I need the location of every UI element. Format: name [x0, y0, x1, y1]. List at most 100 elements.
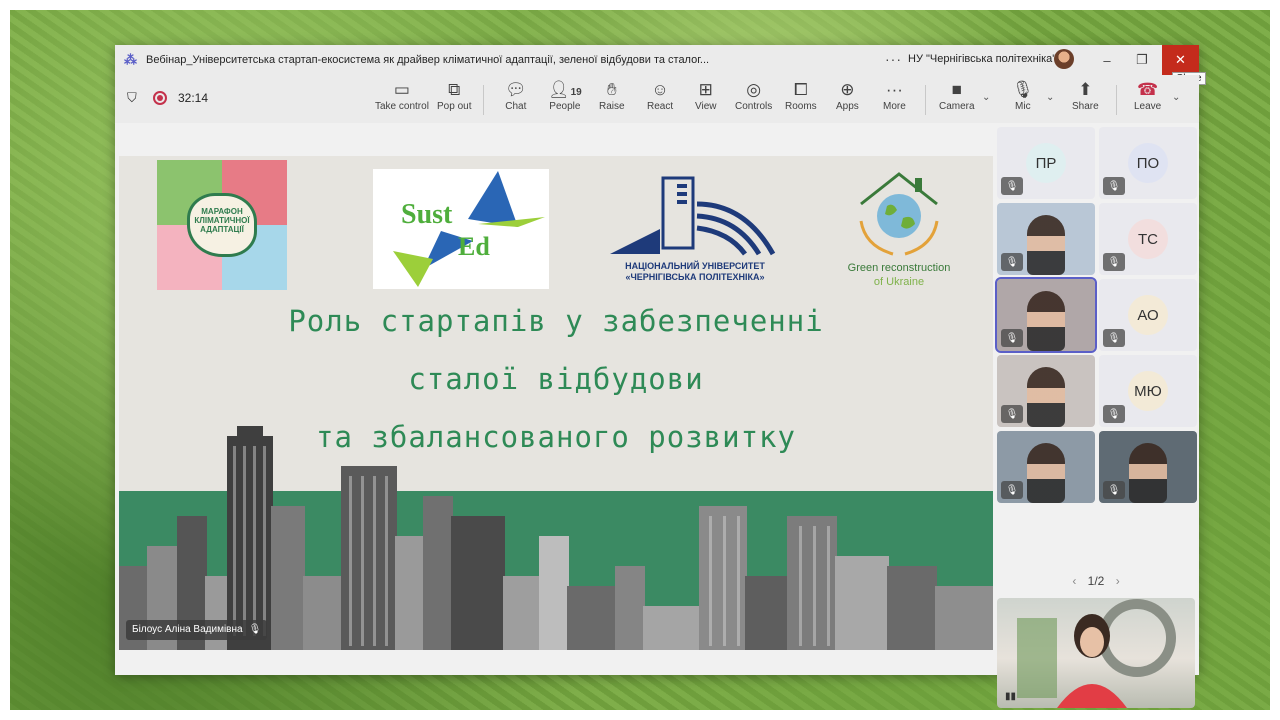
org-name[interactable]: НУ "Чернігівська політехніка" [908, 53, 1056, 65]
next-page-icon[interactable]: › [1116, 574, 1120, 588]
muted-mic-icon: 🎙︎ [1001, 329, 1023, 347]
minimize-button[interactable]: – [1090, 45, 1124, 75]
climate-marathon-logo: МАРАФОН КЛІМАТИЧНОЇ АДАПТАЦІЇ [157, 160, 287, 290]
hang-up-icon: ☎ [1137, 80, 1159, 99]
more-button[interactable]: ··· More [883, 79, 906, 119]
leave-button[interactable]: ☎ Leave [1134, 79, 1161, 119]
raise-hand-button[interactable]: ✋︎ Raise [599, 79, 625, 119]
participant-initials-avatar: АО [1128, 295, 1168, 335]
controls-button[interactable]: ◎ Controls [735, 79, 772, 119]
controls-icon: ◎ [746, 80, 762, 99]
city-skyline-image [119, 426, 993, 650]
presenter-name-tag: Білоус Аліна Вадимівна 🎙︎ [126, 620, 268, 640]
meeting-toolbar: ⛉ 32:14 ▭ Take control ⧉ Pop out 💬︎ Chat… [115, 75, 1199, 123]
slide-title-line2: сталої відбудови [408, 362, 704, 396]
window-title: Вебінар_Університетська стартап-екосисте… [146, 54, 710, 66]
participant-tile[interactable]: 🎙︎ [997, 431, 1095, 503]
people-label: People [549, 101, 581, 112]
participants-gallery: ПР 🎙︎ ПО 🎙︎ 🎙︎ ТС 🎙︎ 🎙︎ АО 🎙︎ 🎙︎ МЮ 🎙︎ 🎙︎ 🎙︎ ‹ 1/2 › ▮… [993, 123, 1199, 708]
previous-page-icon[interactable]: ‹ [1072, 574, 1076, 588]
smiley-icon: ☺ [651, 80, 669, 99]
participant-tile[interactable]: 🎙︎ [995, 277, 1097, 353]
presenter-name: Білоус Аліна Вадимівна [132, 624, 243, 635]
more-label: More [883, 101, 906, 112]
grid-icon: ⊞ [698, 80, 713, 99]
people-icon: 👤︎19 [548, 80, 582, 99]
share-button[interactable]: ⬆ Share [1072, 79, 1099, 119]
participant-tile[interactable]: ПР 🎙︎ [997, 127, 1095, 199]
university-name: НАЦІОНАЛЬНИЙ УНІВЕРСИТЕТ «ЧЕРНІГІВСЬКА П… [605, 261, 785, 283]
susted-logo-ed: Ed [458, 232, 490, 261]
gallery-pager: ‹ 1/2 › [993, 574, 1199, 588]
microphone-icon: 🎙︎ [1012, 80, 1034, 99]
take-control-label: Take control [375, 101, 429, 112]
chat-icon: 💬︎ [505, 80, 527, 99]
shield-icon[interactable]: ⛉ [127, 90, 141, 106]
mic-button[interactable]: 🎙︎ Mic [1012, 79, 1034, 119]
controls-label: Controls [735, 101, 773, 112]
shared-screen-stage: МАРАФОН КЛІМАТИЧНОЇ АДАПТАЦІЇ Sust Ed НА… [115, 123, 993, 675]
hand-icon: ✋︎ [606, 80, 617, 99]
muted-mic-icon: 🎙︎ [1103, 253, 1125, 271]
account-avatar[interactable] [1054, 49, 1074, 69]
participant-video [1027, 215, 1065, 275]
camera-button[interactable]: ■ Camera [939, 79, 975, 119]
chat-label: Chat [505, 101, 527, 112]
toolbar-divider [925, 85, 926, 115]
camera-icon: ■ [951, 80, 962, 99]
muted-mic-icon: 🎙︎ [1001, 405, 1023, 423]
share-label: Share [1072, 101, 1099, 112]
pop-out-button[interactable]: ⧉ Pop out [437, 79, 471, 119]
toolbar-divider [483, 85, 484, 115]
react-button[interactable]: ☺ React [647, 79, 673, 119]
participant-tile[interactable]: МЮ 🎙︎ [1099, 355, 1197, 427]
susted-logo: Sust Ed [373, 169, 549, 289]
camera-label: Camera [939, 101, 975, 112]
recording-icon[interactable] [153, 91, 167, 105]
people-button[interactable]: 👤︎19 People [548, 79, 582, 119]
university-name-line1: НАЦІОНАЛЬНИЙ УНІВЕРСИТЕТ [625, 261, 765, 271]
participant-tile[interactable]: ПО 🎙︎ [1099, 127, 1197, 199]
apps-plus-icon: ⊕ [840, 80, 855, 99]
rooms-label: Rooms [785, 101, 817, 112]
muted-mic-icon: 🎙︎ [1103, 481, 1125, 499]
mic-label: Mic [1015, 101, 1031, 112]
participant-tile[interactable]: 🎙︎ [1099, 431, 1197, 503]
muted-mic-icon: 🎙︎ [1001, 481, 1023, 499]
participant-tile[interactable]: ТС 🎙︎ [1099, 203, 1197, 275]
pop-out-label: Pop out [437, 101, 472, 112]
participant-tile[interactable]: АО 🎙︎ [1099, 279, 1197, 351]
muted-mic-icon: 🎙︎ [1103, 405, 1125, 423]
leave-label: Leave [1134, 101, 1162, 112]
camera-options-chevron-icon[interactable]: ⌄ [982, 92, 990, 103]
leave-options-chevron-icon[interactable]: ⌄ [1172, 92, 1180, 103]
view-button[interactable]: ⊞ View [695, 79, 717, 119]
chat-button[interactable]: 💬︎ Chat [505, 79, 527, 119]
mic-options-chevron-icon[interactable]: ⌄ [1046, 92, 1054, 103]
apps-button[interactable]: ⊕ Apps [836, 79, 859, 119]
pop-out-icon: ⧉ [448, 80, 461, 99]
rooms-button[interactable]: ⧠ Rooms [785, 79, 817, 119]
green-reconstruction-line2: of Ukraine [873, 276, 925, 288]
self-view-video[interactable]: ▮▮ [997, 598, 1195, 708]
title-bar: ⁂ Вебінар_Університетська стартап-екосис… [115, 45, 1206, 85]
take-control-button[interactable]: ▭ Take control [375, 79, 429, 119]
muted-mic-icon: 🎙︎ [1001, 253, 1023, 271]
presentation-slide: МАРАФОН КЛІМАТИЧНОЇ АДАПТАЦІЇ Sust Ed НА… [119, 156, 993, 650]
participant-initials-avatar: ПР [1026, 143, 1066, 183]
participant-tile[interactable]: 🎙︎ [997, 355, 1095, 427]
apps-label: Apps [836, 101, 859, 112]
participant-tile[interactable]: 🎙︎ [997, 203, 1095, 275]
participant-initials-avatar: МЮ [1128, 371, 1168, 411]
take-control-icon: ▭ [393, 80, 410, 99]
raise-label: Raise [599, 101, 625, 112]
react-label: React [647, 101, 674, 112]
muted-mic-icon: 🎙︎ [1103, 329, 1125, 347]
participant-initials-avatar: ПО [1128, 143, 1168, 183]
close-button[interactable]: ✕ [1162, 45, 1199, 75]
more-options-icon[interactable]: ··· [885, 51, 902, 67]
restore-button[interactable]: ❐ [1125, 45, 1159, 75]
share-icon: ⬆ [1078, 80, 1093, 99]
signal-icon: ▮▮ [1005, 691, 1017, 702]
susted-logo-sust: Sust [401, 199, 453, 230]
